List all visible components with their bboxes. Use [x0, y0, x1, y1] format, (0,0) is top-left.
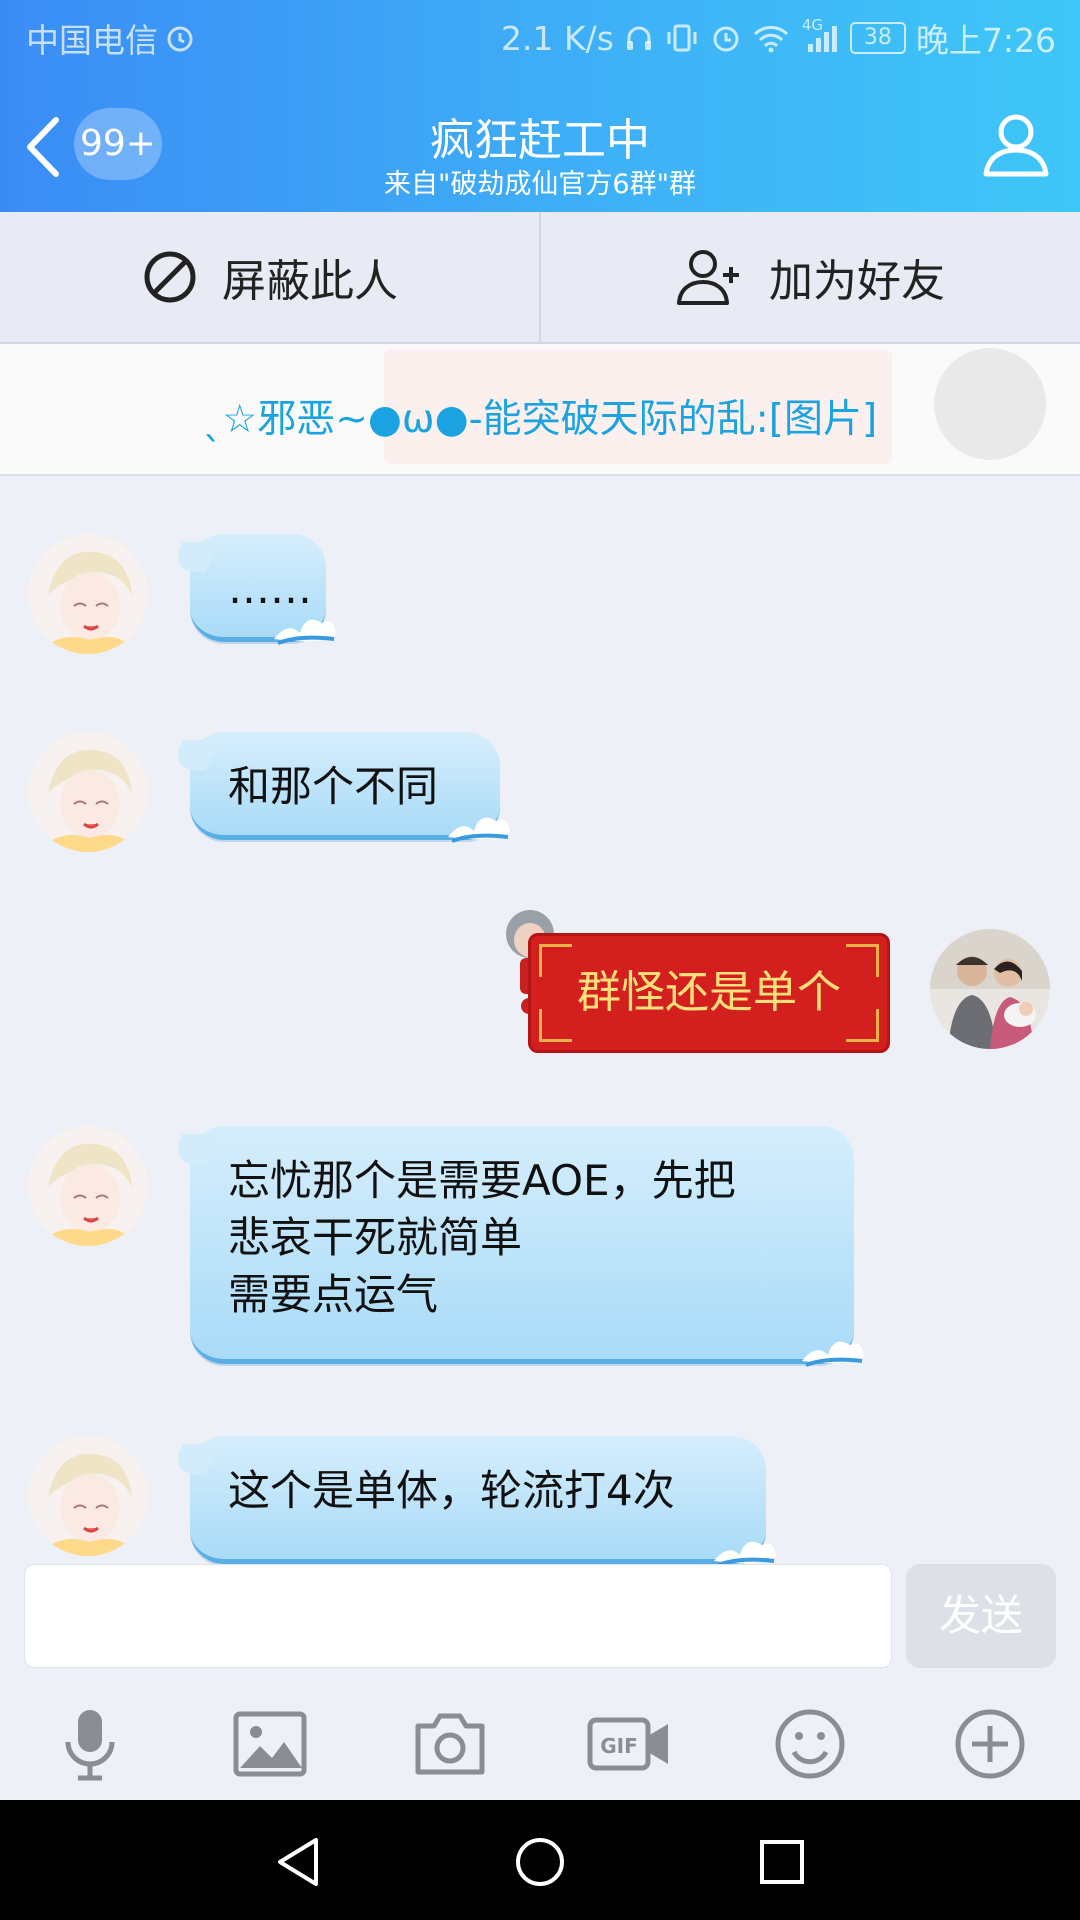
add-friend-button[interactable]: 加为好友	[540, 212, 1080, 342]
gif-icon[interactable]: GIF	[586, 1706, 672, 1782]
wave-decoration-icon	[448, 817, 510, 843]
emoji-icon[interactable]	[772, 1706, 848, 1782]
avatar[interactable]	[28, 1436, 148, 1556]
input-toolbar: GIF	[0, 1676, 1080, 1800]
person-icon[interactable]	[980, 108, 1052, 180]
recents-square-icon[interactable]	[756, 1836, 808, 1888]
message-bubble[interactable]: 忘忧那个是需要AOE，先把 悲哀干死就简单 需要点运气	[165, 1126, 864, 1367]
self-avatar[interactable]	[930, 929, 1050, 1049]
message-text: 群怪还是单个	[577, 967, 841, 1018]
network-speed: 2.1 K/s	[500, 18, 614, 58]
image-icon[interactable]	[232, 1706, 308, 1782]
status-left: 中国电信	[26, 14, 194, 62]
status-bar: 中国电信 2.1 K/s 4G 38 晚上7:26	[0, 0, 1080, 72]
message-text: 和那个不同	[228, 762, 439, 811]
ornament-corner	[539, 944, 572, 977]
ornament-corner	[846, 1009, 879, 1042]
wave-decoration-icon	[714, 1541, 776, 1564]
app-header: 中国电信 2.1 K/s 4G 38 晚上7:26 99+ 疯狂赶工中 来自"破…	[0, 0, 1080, 212]
bubble-tail	[165, 1444, 223, 1474]
avatar[interactable]	[28, 732, 148, 852]
block-user-label: 屏蔽此人	[222, 256, 398, 307]
system-nav-bar	[0, 1800, 1080, 1920]
chat-message-list[interactable]: …… 和那个不同 群怪还是单个 忘忧那个是需要AOE，先把 悲哀干死就简单 需要…	[0, 476, 1080, 1564]
avatar[interactable]	[28, 1126, 148, 1246]
carrier-name: 中国电信	[26, 21, 158, 60]
camera-icon[interactable]	[412, 1706, 488, 1782]
message-bubble-self[interactable]: 群怪还是单个	[528, 933, 890, 1053]
message-bubble[interactable]: ……	[165, 534, 336, 645]
avatar[interactable]	[28, 534, 148, 654]
vibrate-icon	[667, 24, 697, 52]
plus-icon[interactable]	[952, 1706, 1028, 1782]
message-text: 这个是单体，轮流打4次	[228, 1466, 675, 1515]
headphone-icon	[626, 26, 651, 50]
ornament-corner	[846, 944, 879, 977]
anime-avatar-image	[28, 1126, 148, 1246]
signal-bars-icon	[807, 26, 837, 52]
message-text-line: 悲哀干死就简单	[228, 1213, 523, 1262]
bubble-tail	[165, 1134, 223, 1164]
action-bar: 屏蔽此人 加为好友	[0, 212, 1080, 344]
anime-avatar-image	[28, 534, 148, 654]
alarm-icon	[713, 26, 739, 52]
timer-icon	[167, 26, 193, 52]
block-user-button[interactable]: 屏蔽此人	[0, 212, 540, 342]
network-type-icon: 4G	[800, 16, 840, 54]
page-title: 疯狂赶工中	[430, 115, 650, 166]
ornament-corner	[539, 1009, 572, 1042]
message-bubble[interactable]: 这个是单体，轮流打4次	[165, 1436, 776, 1564]
message-input[interactable]	[24, 1564, 892, 1668]
battery-icon: 38	[849, 22, 906, 54]
send-button[interactable]: 发送	[906, 1564, 1056, 1668]
bubble-tail	[165, 740, 223, 770]
person-add-icon	[677, 250, 739, 305]
family-photo-avatar-image	[930, 929, 1050, 1049]
wifi-icon	[753, 26, 788, 53]
back-triangle-icon[interactable]	[272, 1836, 324, 1888]
wave-decoration-icon	[802, 1341, 864, 1367]
anime-avatar-image	[28, 1436, 148, 1556]
microphone-icon[interactable]	[52, 1706, 128, 1782]
input-bar: 发送	[0, 1564, 1080, 1676]
wave-decoration-icon	[274, 619, 336, 645]
group-notice-bar[interactable]: ˎ☆邪恶~●ω●-能突破天际的乱:[图片]	[0, 344, 1080, 476]
add-friend-label: 加为好友	[769, 256, 945, 307]
svg-text:GIF: GIF	[600, 1734, 638, 1758]
bubble-tail	[165, 542, 223, 572]
home-circle-icon[interactable]	[514, 1836, 566, 1888]
prohibit-icon	[144, 251, 196, 303]
message-text-line: 需要点运气	[228, 1270, 439, 1319]
clock: 晚上7:26	[915, 21, 1056, 60]
message-text-line: 忘忧那个是需要AOE，先把	[228, 1156, 736, 1205]
battery-level: 38	[863, 25, 892, 50]
page-subtitle: 来自"破劫成仙官方6群"群	[383, 169, 696, 200]
anime-avatar-image	[28, 732, 148, 852]
status-right: 2.1 K/s 4G 38 晚上7:26	[501, 14, 1056, 62]
notice-text: ˎ☆邪恶~●ω●-能突破天际的乱:[图片]	[202, 397, 878, 442]
message-bubble[interactable]: 和那个不同	[165, 732, 510, 843]
